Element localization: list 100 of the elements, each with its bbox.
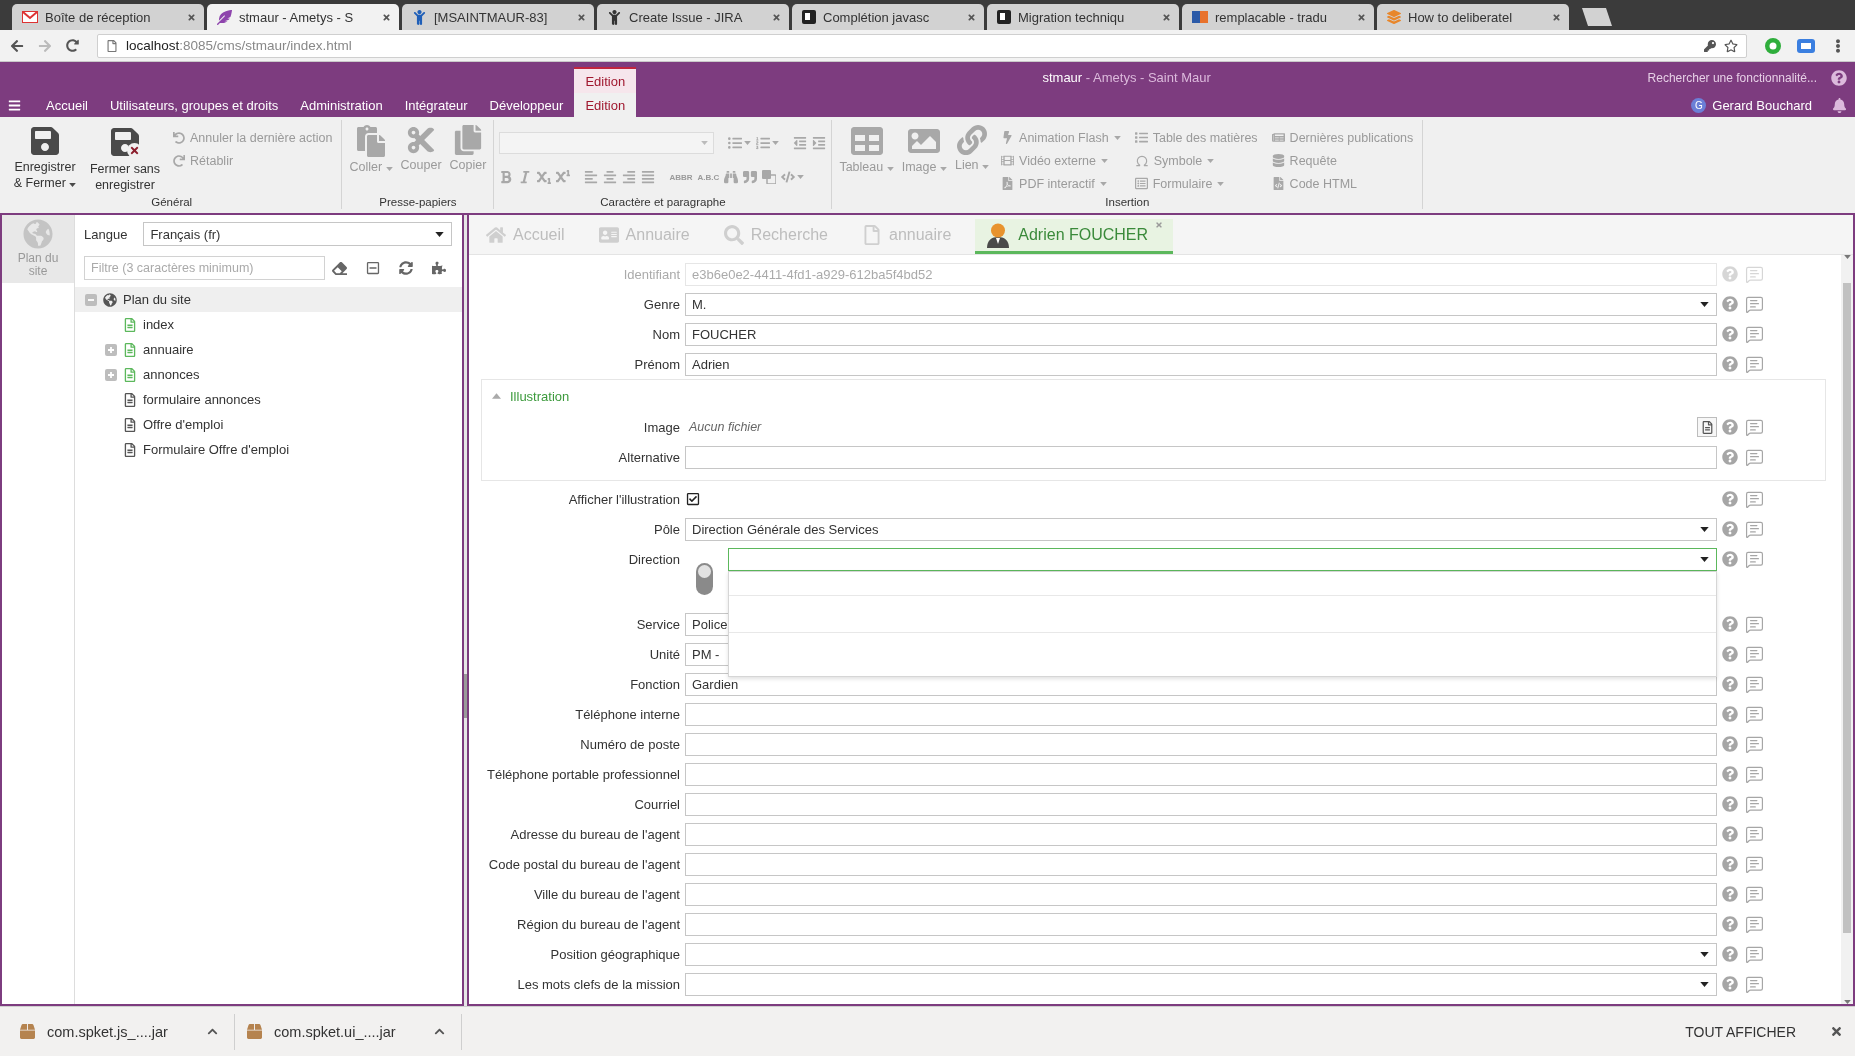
chevron-up-icon[interactable] [207,1026,218,1037]
comment-icon[interactable] [1745,944,1764,964]
close-icon[interactable] [1357,12,1366,22]
comment-icon[interactable] [1745,824,1764,844]
comment-icon[interactable] [1745,974,1764,994]
comment-icon[interactable] [1745,734,1764,754]
comment-icon[interactable] [1745,644,1764,664]
splitter-handle[interactable] [464,673,467,718]
comment-icon[interactable] [1745,354,1764,374]
chevron-up-icon[interactable] [434,1026,445,1037]
collapse-all-icon[interactable] [366,261,380,275]
close-icon[interactable] [772,12,781,22]
browser-tab[interactable]: remplacable - tradu [1182,4,1374,30]
section-header[interactable]: Illustration [482,380,570,412]
browser-tab[interactable]: Create Issue - JIRA [597,4,789,30]
browser-tab[interactable]: How to deliberatel [1377,4,1569,30]
scrollbar[interactable] [1841,255,1853,1004]
toggle-handle-icon[interactable] [696,563,713,595]
comment-icon[interactable] [1745,884,1764,904]
help-icon[interactable] [1722,856,1738,872]
close-icon[interactable] [577,12,586,22]
download-name[interactable]: com.spket.js_....jar [47,1023,195,1040]
dropdown-list[interactable] [728,571,1717,677]
comment-icon[interactable] [1745,674,1764,694]
menu-tab[interactable]: Intégrateur [393,93,479,117]
help-icon[interactable] [1722,491,1738,507]
select-field[interactable] [685,942,1717,966]
text-field[interactable] [685,792,1717,816]
plus-square-icon[interactable] [105,368,117,381]
close-icon[interactable] [1162,12,1171,22]
close-icon[interactable] [382,12,391,22]
tree-item[interactable]: Plan du site [75,287,462,312]
help-icon[interactable] [1722,916,1738,932]
select-field[interactable]: Direction Générale des Services [685,517,1717,541]
text-field[interactable]: Adrien [685,352,1717,376]
comment-icon[interactable] [1745,417,1764,437]
browser-tab[interactable]: Migration techniqu [987,4,1179,30]
browser-tab[interactable]: Boîte de réception [12,4,204,30]
help-icon[interactable] [1722,616,1738,632]
back-arrow-icon[interactable] [10,38,24,53]
extension-icon[interactable] [1797,38,1815,53]
help-icon[interactable] [1722,551,1738,567]
text-field[interactable] [685,762,1717,786]
help-icon[interactable] [1722,296,1738,312]
text-field[interactable] [685,445,1717,469]
browser-tab[interactable]: Complétion javasc [792,4,984,30]
puzzle-icon[interactable] [432,261,446,275]
menu-tab[interactable]: Edition [574,93,637,117]
tree-item[interactable]: annonces [75,362,462,387]
menu-tab[interactable]: Développeur [478,93,575,117]
help-icon[interactable] [1722,976,1738,992]
menu-tab[interactable]: Accueil [35,93,99,117]
bell-icon[interactable] [1832,97,1847,113]
text-field[interactable] [685,822,1717,846]
comment-icon[interactable] [1745,519,1764,539]
browser-tab[interactable]: [MSAINTMAUR-83] [402,4,594,30]
language-select[interactable]: Français (fr) [143,222,452,246]
select-field[interactable] [685,972,1717,996]
user-avatar[interactable]: G [1691,97,1707,113]
refresh-icon[interactable] [399,261,413,275]
text-field[interactable] [685,882,1717,906]
help-icon[interactable] [1722,676,1738,692]
comment-icon[interactable] [1745,324,1764,344]
help-icon[interactable] [1722,356,1738,372]
close-icon[interactable] [1830,1025,1843,1038]
close-icon[interactable] [187,12,196,22]
help-icon[interactable] [1722,706,1738,722]
help-icon[interactable] [1722,521,1738,537]
file-select-button[interactable] [1697,417,1717,437]
menu-tab[interactable]: Administration [289,93,394,117]
ribbon-button[interactable]: Fermer sans enregistrer [87,123,163,195]
tree-item[interactable]: formulaire annonces [75,387,462,412]
help-icon[interactable] [1722,796,1738,812]
tree-item[interactable]: Formulaire Offre d'emploi [75,437,462,462]
comment-icon[interactable] [1745,794,1764,814]
help-icon[interactable] [1722,826,1738,842]
scrollbar-thumb[interactable] [1843,283,1851,933]
comment-icon[interactable] [1745,294,1764,314]
text-field[interactable] [685,702,1717,726]
forward-arrow-icon[interactable] [38,38,52,53]
help-icon[interactable] [1722,736,1738,752]
menu-tab[interactable]: Utilisateurs, groupes et droits [98,93,290,117]
comment-icon[interactable] [1745,549,1764,569]
key-icon[interactable] [1704,39,1716,52]
feature-search-field[interactable]: Rechercher une fonctionnalité... [1617,68,1817,87]
help-icon[interactable] [1722,419,1738,435]
help-icon[interactable] [1722,646,1738,662]
text-field[interactable]: FOUCHER [685,322,1717,346]
comment-icon[interactable] [1745,764,1764,784]
help-icon[interactable] [1722,886,1738,902]
tree-item[interactable]: index [75,312,462,337]
select-field[interactable] [728,548,1717,571]
comment-icon[interactable] [1745,264,1764,284]
tree-item[interactable]: Offre d'emploi [75,412,462,437]
text-field[interactable] [685,732,1717,756]
minus-square-icon[interactable] [85,293,97,306]
editor-tab[interactable]: Adrien FOUCHER [975,219,1174,254]
close-icon[interactable] [967,12,976,22]
text-field[interactable] [685,852,1717,876]
ribbon-button[interactable]: Enregistrer & Fermer [7,123,83,193]
